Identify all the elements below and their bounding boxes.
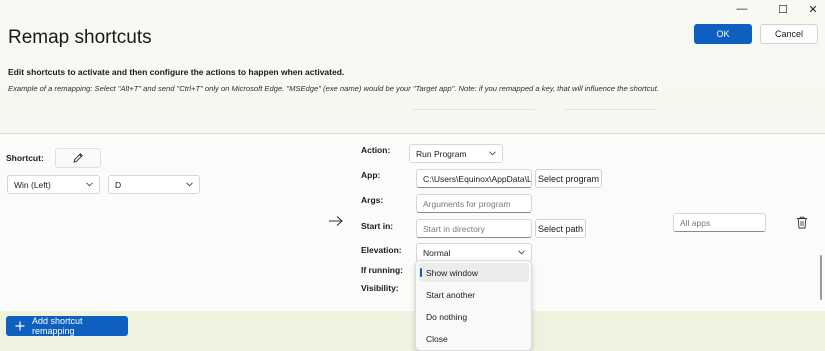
maximize-button[interactable]: ☐ [769,0,797,18]
args-label: Args: [361,195,384,205]
close-window-button[interactable]: ✕ [799,0,825,18]
action-label: Action: [361,145,391,155]
shortcut-key-1-dropdown[interactable]: Win (Left) [7,175,100,194]
chevron-down-icon [185,181,193,189]
add-shortcut-remapping-label: Add shortcut remapping [31,316,83,336]
app-path-input[interactable]: C:\Users\Equinox\AppData\Lc [416,169,532,188]
action-dropdown[interactable]: Run Program [409,144,503,163]
divider [565,109,657,110]
args-input[interactable]: Arguments for program [416,194,532,213]
visibility-label: Visibility: [361,283,399,293]
minimize-button[interactable]: — [728,0,756,18]
if-running-option[interactable]: Start another [419,285,529,304]
arrow-right-icon [328,215,344,229]
if-running-option[interactable]: Show window [419,263,529,282]
remapping-row: Shortcut: Win (Left) D Action: Run Progr [0,133,825,311]
shortcut-key-1-value: Win (Left) [14,179,51,190]
if-running-label: If running: [361,265,404,275]
scrollbar[interactable] [820,255,822,300]
minimize-icon: — [736,3,748,15]
if-running-dropdown-popup: Show window Start another Do nothing Clo… [415,260,532,351]
action-value: Run Program [416,148,467,159]
if-running-option[interactable]: Do nothing [419,307,529,326]
shortcut-key-2-value: D [115,179,122,190]
if-running-option[interactable]: Close [419,329,529,348]
chevron-down-icon [517,249,525,257]
start-in-label: Start in: [361,221,394,231]
page-title: Remap shortcuts [8,27,152,48]
elevation-label: Elevation: [361,245,402,255]
shortcut-label: Shortcut: [6,153,44,163]
ok-button[interactable]: OK [694,24,752,44]
option-label: Close [426,333,448,344]
elevation-value: Normal [423,247,451,258]
select-path-button[interactable]: Select path [535,219,586,238]
target-app-input[interactable]: All apps [673,213,766,232]
maximize-icon: ☐ [778,3,788,16]
selection-indicator [420,268,422,277]
option-label: Show window [426,267,478,278]
remap-shortcuts-window: — ☐ ✕ Remap shortcuts OK Cancel Edit sho… [0,0,825,351]
description-text: Edit shortcuts to activate and then conf… [8,67,345,77]
delete-remapping-button[interactable] [793,213,811,231]
cancel-button[interactable]: Cancel [760,24,818,44]
option-label: Do nothing [426,311,468,322]
select-program-button[interactable]: Select program [535,169,602,188]
pencil-icon [73,153,83,163]
close-icon: ✕ [808,3,818,16]
option-label: Start another [426,289,476,300]
start-in-input[interactable]: Start in directory [416,219,532,238]
plus-icon [15,321,25,331]
trash-icon [797,216,807,228]
add-shortcut-remapping-button[interactable]: Add shortcut remapping [6,316,128,336]
example-text: Example of a remapping: Select "Alt+T" a… [8,84,659,93]
shortcut-key-2-dropdown[interactable]: D [108,175,200,194]
chevron-down-icon [488,150,496,158]
divider [413,109,535,110]
app-label: App: [361,170,381,180]
edit-shortcut-button[interactable] [55,148,101,168]
chevron-down-icon [85,181,93,189]
